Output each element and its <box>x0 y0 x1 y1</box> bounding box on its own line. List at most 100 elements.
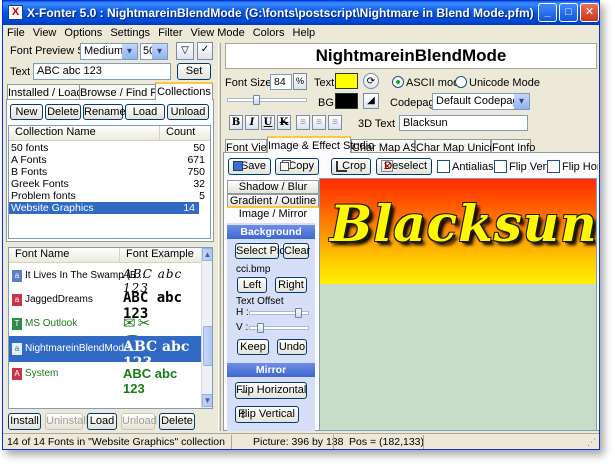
uninstall-button[interactable]: Uninstall <box>45 413 88 430</box>
side-tab-gradient-outline[interactable]: Gradient / Outline <box>227 194 319 208</box>
preview-size-number[interactable]: 50 <box>140 43 168 60</box>
contrast-icon[interactable]: ◢ <box>363 93 379 109</box>
load-font-button[interactable]: Load <box>87 413 117 430</box>
align-center-icon[interactable]: ≡ <box>312 115 326 130</box>
menu-settings[interactable]: Settings <box>106 25 154 39</box>
delete-font-button[interactable]: Delete <box>159 413 195 430</box>
align-left-icon[interactable]: ≡ <box>296 115 310 130</box>
side-tab-shadow-blur[interactable]: Shadow / Blur <box>227 180 319 194</box>
status-picture-size: Picture: 396 by 138 <box>253 436 344 448</box>
font-size-slider-track[interactable] <box>227 98 307 102</box>
tab-browse-find[interactable]: Browse / Find Fonts <box>79 84 178 99</box>
tab-collections[interactable]: Collections <box>155 82 213 100</box>
strikeout-button[interactable]: K <box>277 115 291 130</box>
antialiased-checkbox[interactable] <box>437 160 450 173</box>
resize-grip-icon[interactable]: ⋰ <box>587 437 596 448</box>
font-row[interactable]: A System ABC abc 123 <box>9 362 201 396</box>
menu-help[interactable]: Help <box>289 25 320 39</box>
crop-button[interactable]: Crop <box>331 158 371 175</box>
font-row[interactable]: a It Lives In The Swamp (B... ABC abc 12… <box>9 264 201 295</box>
tab-image-effect-studio[interactable]: Image & Effect Studio <box>267 136 374 153</box>
unicode-mode-radio[interactable] <box>455 76 467 88</box>
scroll-down-arrow-icon[interactable]: ▼ <box>202 394 212 407</box>
clear-button[interactable]: Clear <box>283 243 310 259</box>
align-right-icon[interactable]: ≡ <box>328 115 342 130</box>
font-size-input[interactable]: 84 <box>270 74 292 90</box>
text3d-input[interactable]: Blacksun <box>399 115 528 131</box>
flip-vertical-button[interactable]: ⇕ Flip Vertical <box>235 406 299 423</box>
collection-row[interactable]: Problem fonts 5 <box>9 190 209 202</box>
font-row-selected[interactable]: a NightmareinBlendMode ABC abc 123 <box>9 336 201 371</box>
pane-splitter[interactable] <box>218 43 221 431</box>
menu-view-mode[interactable]: View Mode <box>187 25 249 39</box>
tab-char-map-unicode[interactable]: Char Map Unicode <box>415 139 508 154</box>
save-button[interactable]: Save <box>228 158 271 175</box>
codepage-select[interactable]: Default Codepage <box>432 93 530 110</box>
install-button[interactable]: Install <box>8 413 41 430</box>
fonts-list[interactable]: Font Name Font Example a It Lives In The… <box>8 247 213 409</box>
ascii-mode-radio[interactable] <box>392 76 404 88</box>
flip-vert-checkbox[interactable] <box>494 160 507 173</box>
image-canvas[interactable]: Blacksun <box>319 178 597 431</box>
menu-options[interactable]: Options <box>60 25 106 39</box>
font-size-slider-thumb[interactable] <box>253 95 260 105</box>
side-tab-image-mirror[interactable]: Image / Mirror <box>227 208 319 222</box>
tab-font-view[interactable]: Font View <box>225 139 275 154</box>
collections-list[interactable]: Collection Name Count 50 fonts 50 A Fonts… <box>8 125 211 239</box>
title-bar: X X-Fonter 5.0 : NightmareinBlendMode (G… <box>3 1 599 25</box>
fonts-scrollbar[interactable]: ▲ ▼ <box>201 248 212 408</box>
maximize-button[interactable]: □ <box>559 3 578 22</box>
font-size-toggle-icon[interactable]: % <box>293 73 307 90</box>
unload-font-button[interactable]: Unload <box>121 413 157 430</box>
close-button[interactable]: ✕ <box>580 3 599 22</box>
filter-icon[interactable]: ▽ <box>176 42 194 60</box>
font-name-header[interactable]: Font Name <box>9 248 119 263</box>
preview-size-select[interactable]: Medium <box>80 43 138 60</box>
flip-horizontal-button[interactable]: ⇔ Flip Horizontal <box>235 382 307 399</box>
font-example-header[interactable]: Font Example <box>119 248 212 263</box>
collection-row[interactable]: A Fonts 671 <box>9 154 209 166</box>
collection-row[interactable]: B Fonts 750 <box>9 166 209 178</box>
font-row[interactable]: a JaggedDreams ABC abc 123 <box>9 288 201 322</box>
v-offset-slider-thumb[interactable] <box>257 323 264 333</box>
collection-name-header[interactable]: Collection Name <box>9 126 159 141</box>
mirror-header: Mirror <box>227 363 315 377</box>
delete-collection-button[interactable]: Delete <box>45 104 81 120</box>
tab-installed-loaded[interactable]: Installed / Loaded <box>7 84 95 99</box>
copy-button[interactable]: Copy <box>275 158 319 175</box>
scroll-up-arrow-icon[interactable]: ▲ <box>202 248 212 261</box>
bg-color-swatch[interactable] <box>335 93 358 109</box>
collection-row[interactable]: Greek Fonts 32 <box>9 178 209 190</box>
collection-count-header[interactable]: Count <box>159 126 210 141</box>
collection-row[interactable]: 50 fonts 50 <box>9 142 209 154</box>
underline-button[interactable]: U <box>261 115 275 130</box>
bold-button[interactable]: B <box>229 115 243 130</box>
font-row[interactable]: T MS Outlook ✉✂☎⟳✓ <box>9 312 201 350</box>
load-collection-button[interactable]: Load <box>125 104 165 120</box>
unload-collection-button[interactable]: Unload <box>167 104 209 120</box>
menu-colors[interactable]: Colors <box>249 25 289 39</box>
help-icon[interactable]: ✓ <box>197 42 213 60</box>
tab-font-info[interactable]: Font Info <box>491 139 535 154</box>
new-collection-button[interactable]: New <box>10 104 43 120</box>
rename-collection-button[interactable]: Rename <box>83 104 126 120</box>
keep-button[interactable]: Keep <box>237 339 269 355</box>
left-button[interactable]: Left <box>237 277 267 293</box>
h-offset-slider-thumb[interactable] <box>295 308 302 318</box>
scroll-thumb[interactable] <box>203 326 212 366</box>
preview-text-input[interactable]: ABC abc 123 <box>33 63 171 80</box>
undo-button[interactable]: Undo <box>277 339 307 355</box>
text-color-swatch[interactable] <box>335 73 358 89</box>
menu-view[interactable]: View <box>29 25 61 39</box>
set-button[interactable]: Set <box>177 63 211 80</box>
menu-file[interactable]: File <box>3 25 29 39</box>
minimize-button[interactable]: _ <box>538 3 557 22</box>
right-button[interactable]: Right <box>275 277 307 293</box>
flip-hor-checkbox[interactable] <box>547 160 560 173</box>
italic-button[interactable]: I <box>245 115 259 130</box>
collection-row-selected[interactable]: Website Graphics 14 <box>9 202 199 214</box>
menu-filter[interactable]: Filter <box>154 25 186 39</box>
swap-colors-icon[interactable]: ⟳ <box>363 73 379 89</box>
deselect-button[interactable]: ✕ Deselect <box>376 158 432 175</box>
select-pic-button[interactable]: Select Pic <box>235 243 285 259</box>
